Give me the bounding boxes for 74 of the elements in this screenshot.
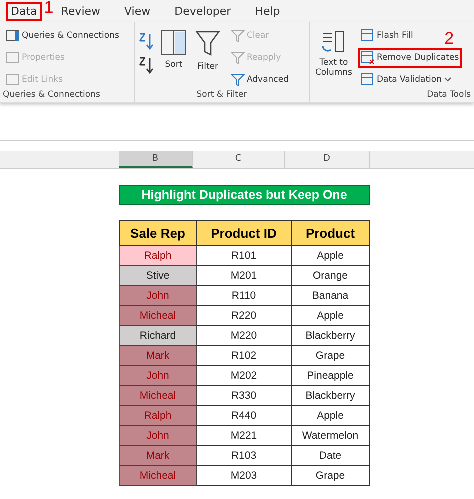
table-cell: R110	[196, 286, 292, 306]
table-cell: R101	[196, 246, 292, 266]
table-cell: R330	[196, 386, 292, 406]
table-cell: Stive	[120, 266, 196, 286]
table-cell: John	[120, 426, 196, 446]
table-cell: Richard	[120, 326, 196, 346]
table-cell: Micheal	[120, 386, 196, 406]
table-cell: Mark	[120, 446, 196, 466]
step-number: 1	[44, 0, 54, 18]
document-icon	[6, 51, 20, 65]
ribbon-button[interactable]: Advanced	[228, 70, 292, 90]
table-cell: R103	[196, 446, 292, 466]
table-cell: M203	[196, 466, 292, 486]
document-icon	[6, 73, 20, 87]
filter-button[interactable]: Filter	[194, 26, 222, 90]
table-cell: John	[120, 366, 196, 386]
column-heading: Product	[292, 220, 370, 246]
table-cell: R440	[196, 406, 292, 426]
sort-icon	[161, 30, 187, 56]
table-cell: Ralph	[120, 246, 196, 266]
table-cell: Banana	[292, 286, 370, 306]
table-cell: M221	[196, 426, 292, 446]
ribbon-button[interactable]: Data Validation	[358, 70, 455, 90]
table-cell: Micheal	[120, 466, 196, 486]
ribbon-tab[interactable]: Data	[6, 2, 42, 20]
table-cell: Mark	[120, 346, 196, 366]
group-label: Sort & Filter	[196, 90, 248, 102]
filter-icon	[231, 29, 245, 43]
ribbon-tab[interactable]: Help	[250, 2, 286, 20]
table-icon	[361, 29, 375, 43]
ribbon-button[interactable]: Flash Fill	[358, 26, 416, 46]
table-cell: M202	[196, 366, 292, 386]
column-heading: Sale Rep	[120, 220, 196, 246]
table-cell: M201	[196, 266, 292, 286]
table-cell: Blackberry	[292, 326, 370, 346]
group-label: Data Tools	[426, 90, 471, 102]
table-cell: John	[120, 286, 196, 306]
column-header[interactable]: C	[193, 151, 285, 168]
table-icon	[361, 73, 375, 87]
table-icon	[6, 29, 20, 43]
table-cell: Blackberry	[292, 386, 370, 406]
sort-ascending-icon[interactable]	[138, 32, 154, 52]
filter-icon	[231, 51, 245, 65]
step-number: 2	[444, 29, 454, 49]
column-heading: Product ID	[196, 220, 292, 246]
table-cell: Pineapple	[292, 366, 370, 386]
sort-button[interactable]: Sort	[160, 26, 188, 90]
table-cell: Date	[292, 446, 370, 466]
column-header[interactable]: D	[285, 151, 370, 168]
sort-descending-icon[interactable]	[138, 56, 154, 76]
filter-icon	[195, 30, 221, 58]
table-cell: Ralph	[120, 406, 196, 426]
table-icon	[361, 51, 375, 65]
table-cell: Orange	[292, 266, 370, 286]
ribbon-button[interactable]: Queries & Connections	[3, 26, 131, 46]
table-cell: Apple	[292, 406, 370, 426]
table-cell: M220	[196, 326, 292, 346]
table-cell: Watermelon	[292, 426, 370, 446]
ribbon-tab[interactable]: Developer	[170, 2, 236, 20]
group-label: Queries & Connections	[3, 90, 102, 102]
ribbon-tab[interactable]: View	[120, 2, 156, 20]
ribbon-button[interactable]: Remove Duplicates	[358, 48, 462, 68]
table-cell: Grape	[292, 346, 370, 366]
table-cell: R102	[196, 346, 292, 366]
text-to-columns-button[interactable]: Text to Columns	[313, 26, 355, 90]
filter-icon	[231, 73, 245, 87]
table-cell: Apple	[292, 246, 370, 266]
ribbon-tab[interactable]: Review	[56, 2, 106, 20]
table-cell: Apple	[292, 306, 370, 326]
table-cell: Grape	[292, 466, 370, 486]
table-cell: R220	[196, 306, 292, 326]
column-header[interactable]: B	[119, 151, 193, 168]
sheet-title: Highlight Duplicates but Keep One	[119, 185, 370, 205]
table-cell: Micheal	[120, 306, 196, 326]
